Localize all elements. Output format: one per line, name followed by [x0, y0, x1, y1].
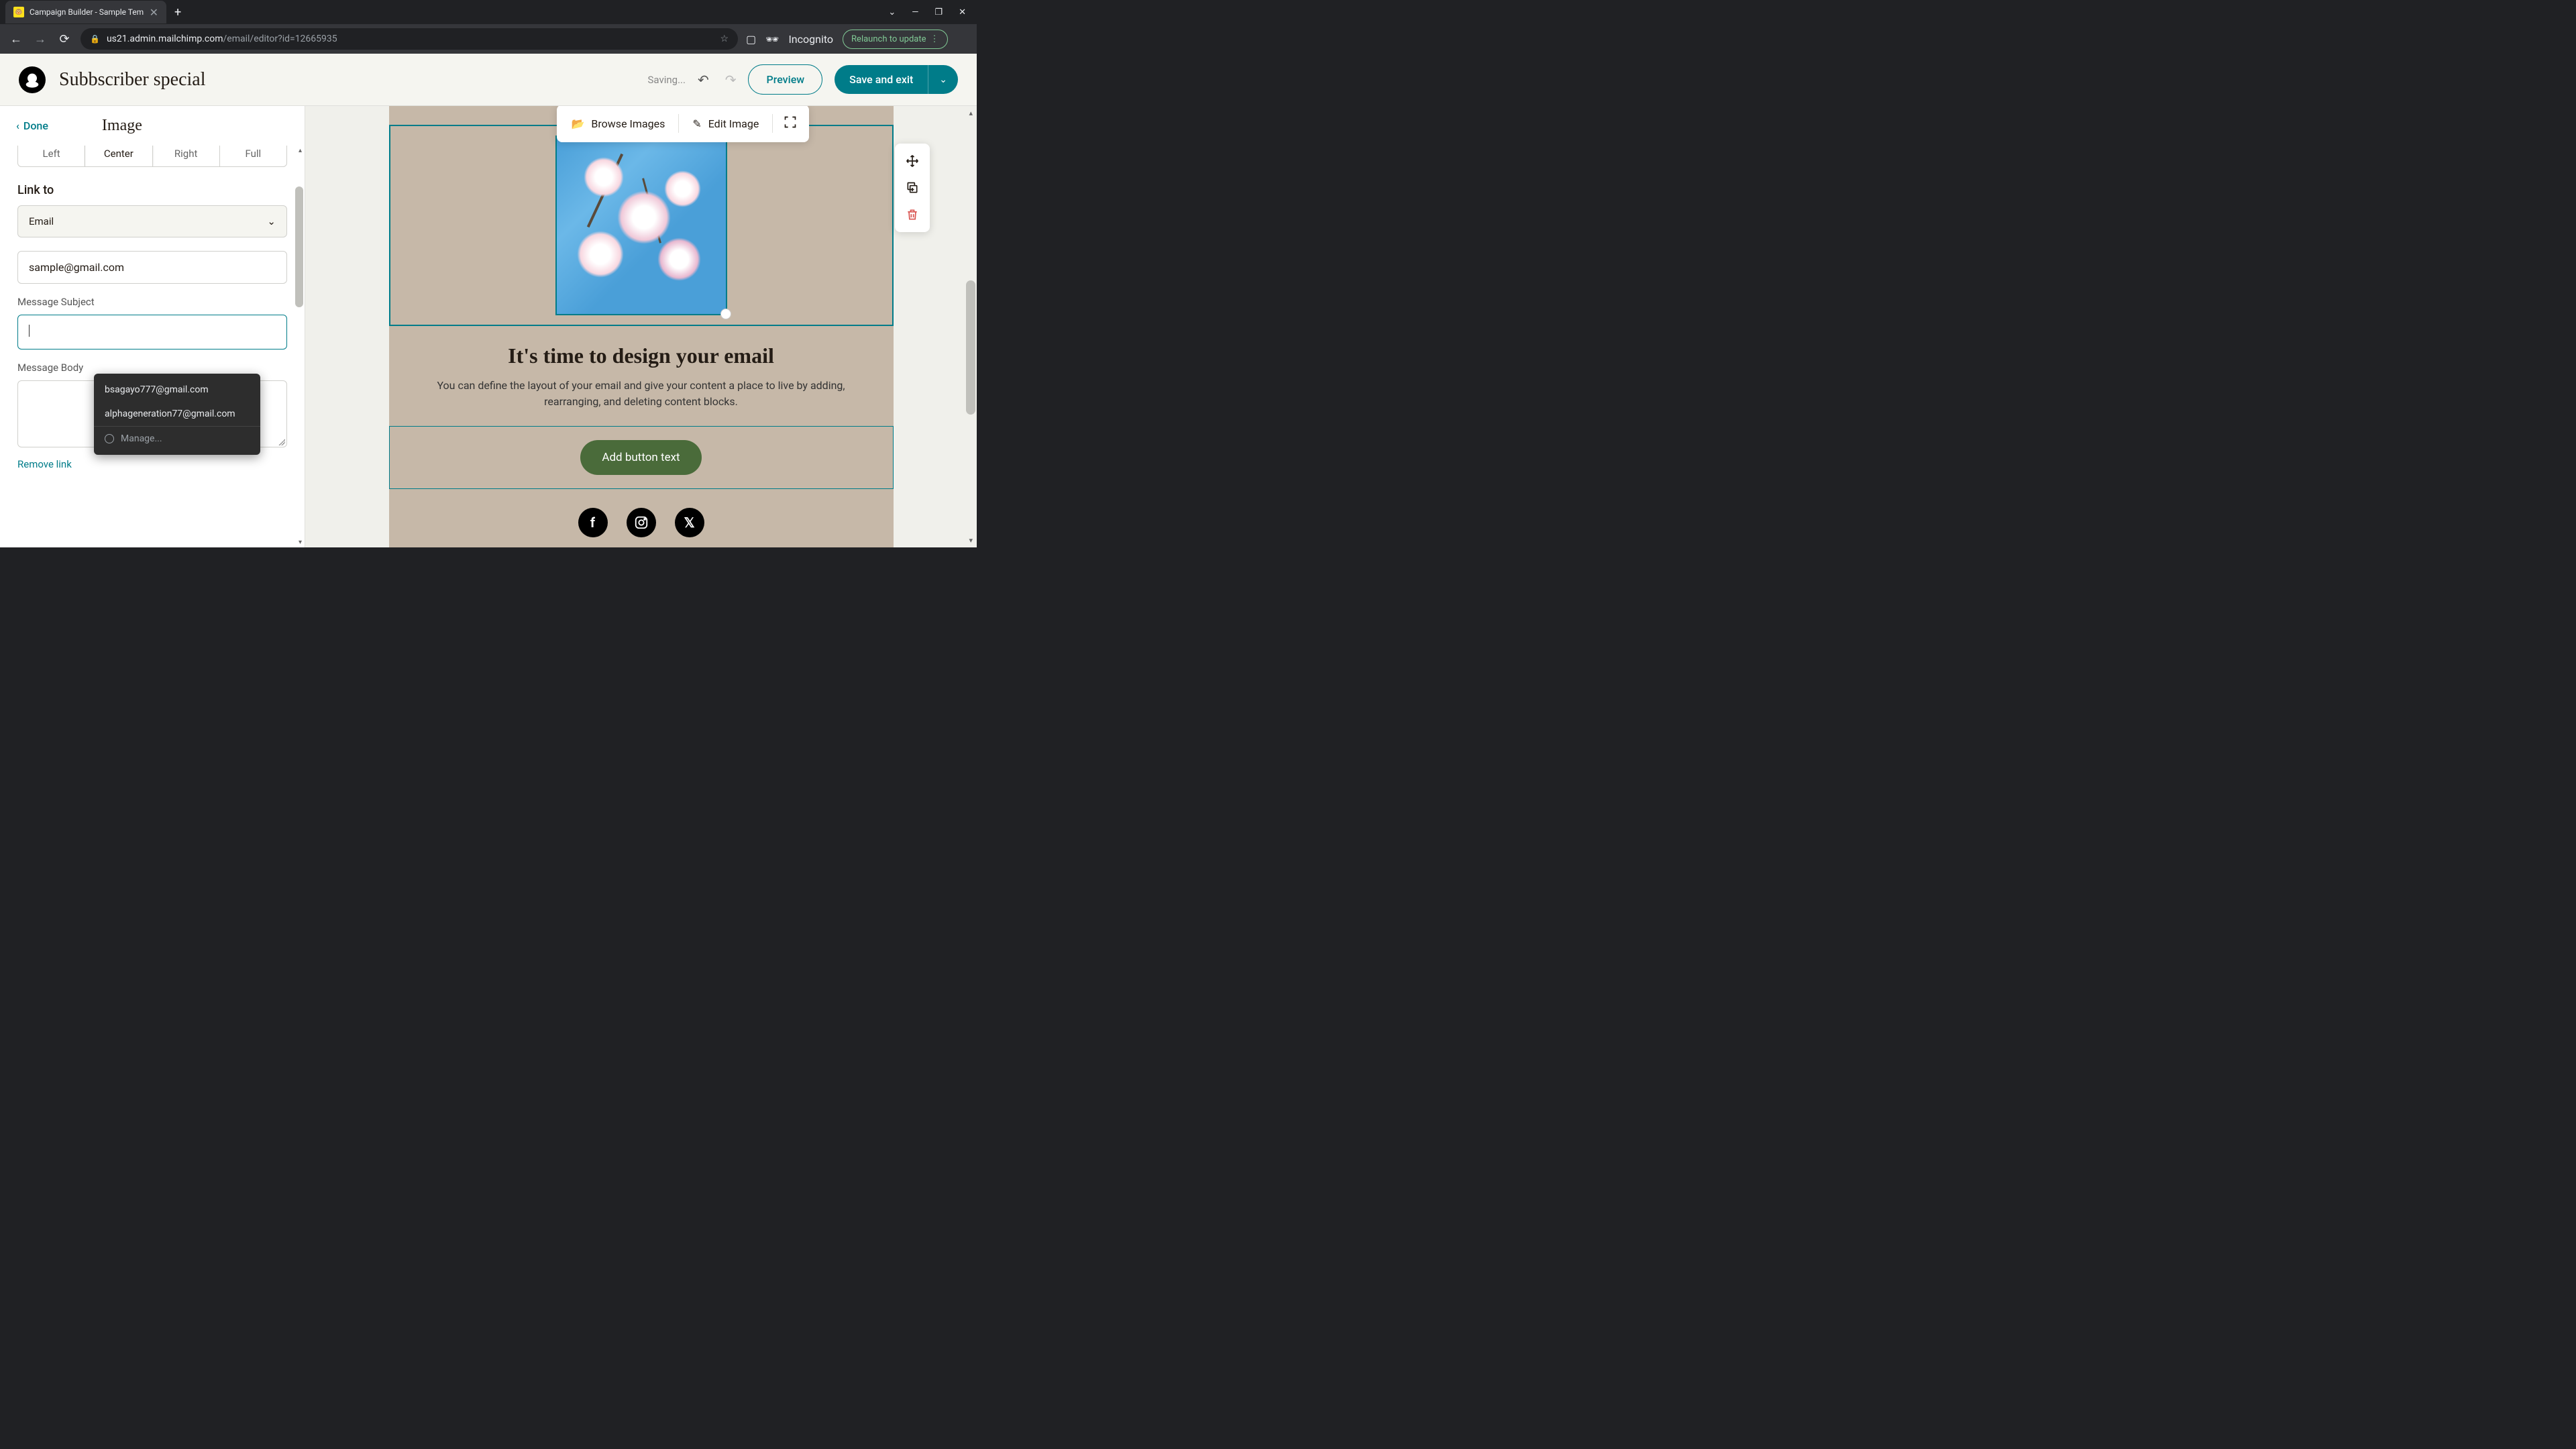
move-block-button[interactable] — [900, 149, 924, 173]
autocomplete-dropdown: bsagayo777@gmail.com alphageneration77@g… — [94, 374, 260, 455]
link-type-select[interactable]: Email ⌄ — [17, 205, 287, 237]
chevron-left-icon: ‹ — [16, 119, 19, 132]
align-left-tab[interactable]: Left — [18, 146, 85, 166]
mailchimp-favicon: 🐵 — [13, 7, 24, 17]
undo-button[interactable]: ↶ — [698, 72, 709, 88]
autocomplete-manage[interactable]: Manage... — [94, 426, 260, 451]
sidebar-title: Image — [102, 117, 142, 135]
edit-image-button[interactable]: ✎ Edit Image — [682, 111, 769, 137]
bookmark-icon[interactable]: ☆ — [720, 34, 729, 44]
image-container[interactable] — [555, 136, 727, 315]
link-to-label: Link to — [17, 183, 287, 197]
mailchimp-logo[interactable] — [19, 66, 46, 93]
url-path: /email/editor?id=12665935 — [223, 34, 337, 44]
chevron-down-icon: ⌄ — [267, 215, 276, 227]
align-full-tab[interactable]: Full — [220, 146, 286, 166]
close-window-button[interactable]: ✕ — [959, 7, 966, 17]
save-dropdown-button[interactable]: ⌄ — [928, 65, 958, 94]
canvas-scroll-down-icon[interactable]: ▾ — [969, 536, 973, 545]
canvas-scrollbar[interactable] — [966, 280, 975, 415]
message-subject-label: Message Subject — [17, 296, 287, 308]
email-cta-button[interactable]: Add button text — [580, 440, 701, 475]
back-button[interactable]: ← — [8, 32, 24, 46]
tab-bar: 🐵 Campaign Builder - Sample Tem ✕ + ⌄ — … — [0, 0, 977, 24]
alignment-tabs: Left Center Right Full — [17, 146, 287, 167]
tab-close-icon[interactable]: ✕ — [150, 6, 158, 19]
app-header: Subbscriber special Saving... ↶ ↷ Previe… — [0, 54, 977, 106]
canvas-area: ▴ 📂 Browse Images ✎ Edit Image — [305, 106, 977, 547]
remove-link-button[interactable]: Remove link — [17, 458, 287, 470]
restore-button[interactable]: ❐ — [934, 7, 943, 17]
divider — [678, 114, 679, 133]
new-tab-button[interactable]: + — [174, 5, 181, 19]
saving-status: Saving... — [648, 74, 686, 86]
tab-search-icon[interactable]: ⌄ — [888, 7, 896, 17]
save-and-exit-button[interactable]: Save and exit — [835, 65, 928, 94]
redo-button[interactable]: ↷ — [725, 72, 737, 88]
divider — [772, 114, 773, 133]
social-icons-row: f 𝕏 — [389, 508, 894, 537]
done-button[interactable]: ‹ Done — [16, 119, 48, 132]
autocomplete-item[interactable]: bsagayo777@gmail.com — [94, 378, 260, 402]
duplicate-block-button[interactable] — [900, 176, 924, 200]
block-toolbar — [895, 144, 930, 232]
browser-tab[interactable]: 🐵 Campaign Builder - Sample Tem ✕ — [5, 1, 166, 23]
properties-sidebar: ‹ Done Image ▴ Left Center Right Full Li… — [0, 106, 305, 547]
relaunch-button[interactable]: Relaunch to update ⋮ — [843, 30, 947, 49]
cherry-blossom-image — [557, 137, 726, 314]
edit-icon: ✎ — [692, 117, 701, 130]
image-toolbar: 📂 Browse Images ✎ Edit Image — [557, 106, 810, 142]
url-bar[interactable]: 🔒 us21.admin.mailchimp.com/email/editor?… — [80, 28, 738, 50]
incognito-label: Incognito — [788, 33, 833, 46]
forward-button[interactable]: → — [32, 32, 48, 46]
lock-icon: 🔒 — [90, 34, 100, 44]
button-block[interactable]: Add button text — [389, 426, 894, 489]
tab-title: Campaign Builder - Sample Tem — [30, 7, 144, 17]
email-canvas: 📂 Browse Images ✎ Edit Image — [389, 106, 894, 547]
url-host: us21.admin.mailchimp.com — [107, 34, 223, 44]
scroll-down-icon[interactable]: ▾ — [299, 539, 302, 546]
facebook-icon[interactable]: f — [578, 508, 608, 537]
autocomplete-item[interactable]: alphageneration77@gmail.com — [94, 402, 260, 426]
email-address-input[interactable]: sample@gmail.com — [17, 251, 287, 284]
campaign-name[interactable]: Subbscriber special — [59, 69, 206, 91]
email-body-text[interactable]: You can define the layout of your email … — [389, 378, 894, 410]
align-center-tab[interactable]: Center — [85, 146, 152, 166]
align-right-tab[interactable]: Right — [153, 146, 220, 166]
instagram-icon[interactable] — [627, 508, 656, 537]
address-bar: ← → ⟳ 🔒 us21.admin.mailchimp.com/email/e… — [0, 24, 977, 54]
scroll-up-icon[interactable]: ▴ — [299, 147, 302, 154]
message-body-label: Message Body — [17, 362, 287, 374]
image-block[interactable] — [389, 125, 894, 326]
reload-button[interactable]: ⟳ — [56, 32, 72, 46]
more-icon: ⋮ — [930, 34, 939, 44]
message-subject-input[interactable] — [17, 315, 287, 350]
x-twitter-icon[interactable]: 𝕏 — [675, 508, 704, 537]
browse-images-button[interactable]: 📂 Browse Images — [561, 111, 676, 137]
delete-block-button[interactable] — [900, 203, 924, 227]
side-panel-icon[interactable]: ▢ — [746, 33, 756, 46]
chrome-icon — [105, 434, 114, 443]
incognito-icon[interactable]: 🕶 — [765, 33, 779, 46]
canvas-scroll-up-icon[interactable]: ▴ — [969, 109, 973, 117]
fullscreen-button[interactable] — [775, 109, 805, 138]
minimize-button[interactable]: — — [912, 7, 918, 17]
resize-handle[interactable] — [720, 309, 731, 319]
email-heading[interactable]: It's time to design your email — [389, 343, 894, 368]
window-controls: ⌄ — ❐ ✕ — [888, 7, 977, 17]
folder-icon: 📂 — [572, 117, 585, 130]
preview-button[interactable]: Preview — [748, 64, 822, 95]
sidebar-scrollbar[interactable] — [295, 186, 303, 307]
